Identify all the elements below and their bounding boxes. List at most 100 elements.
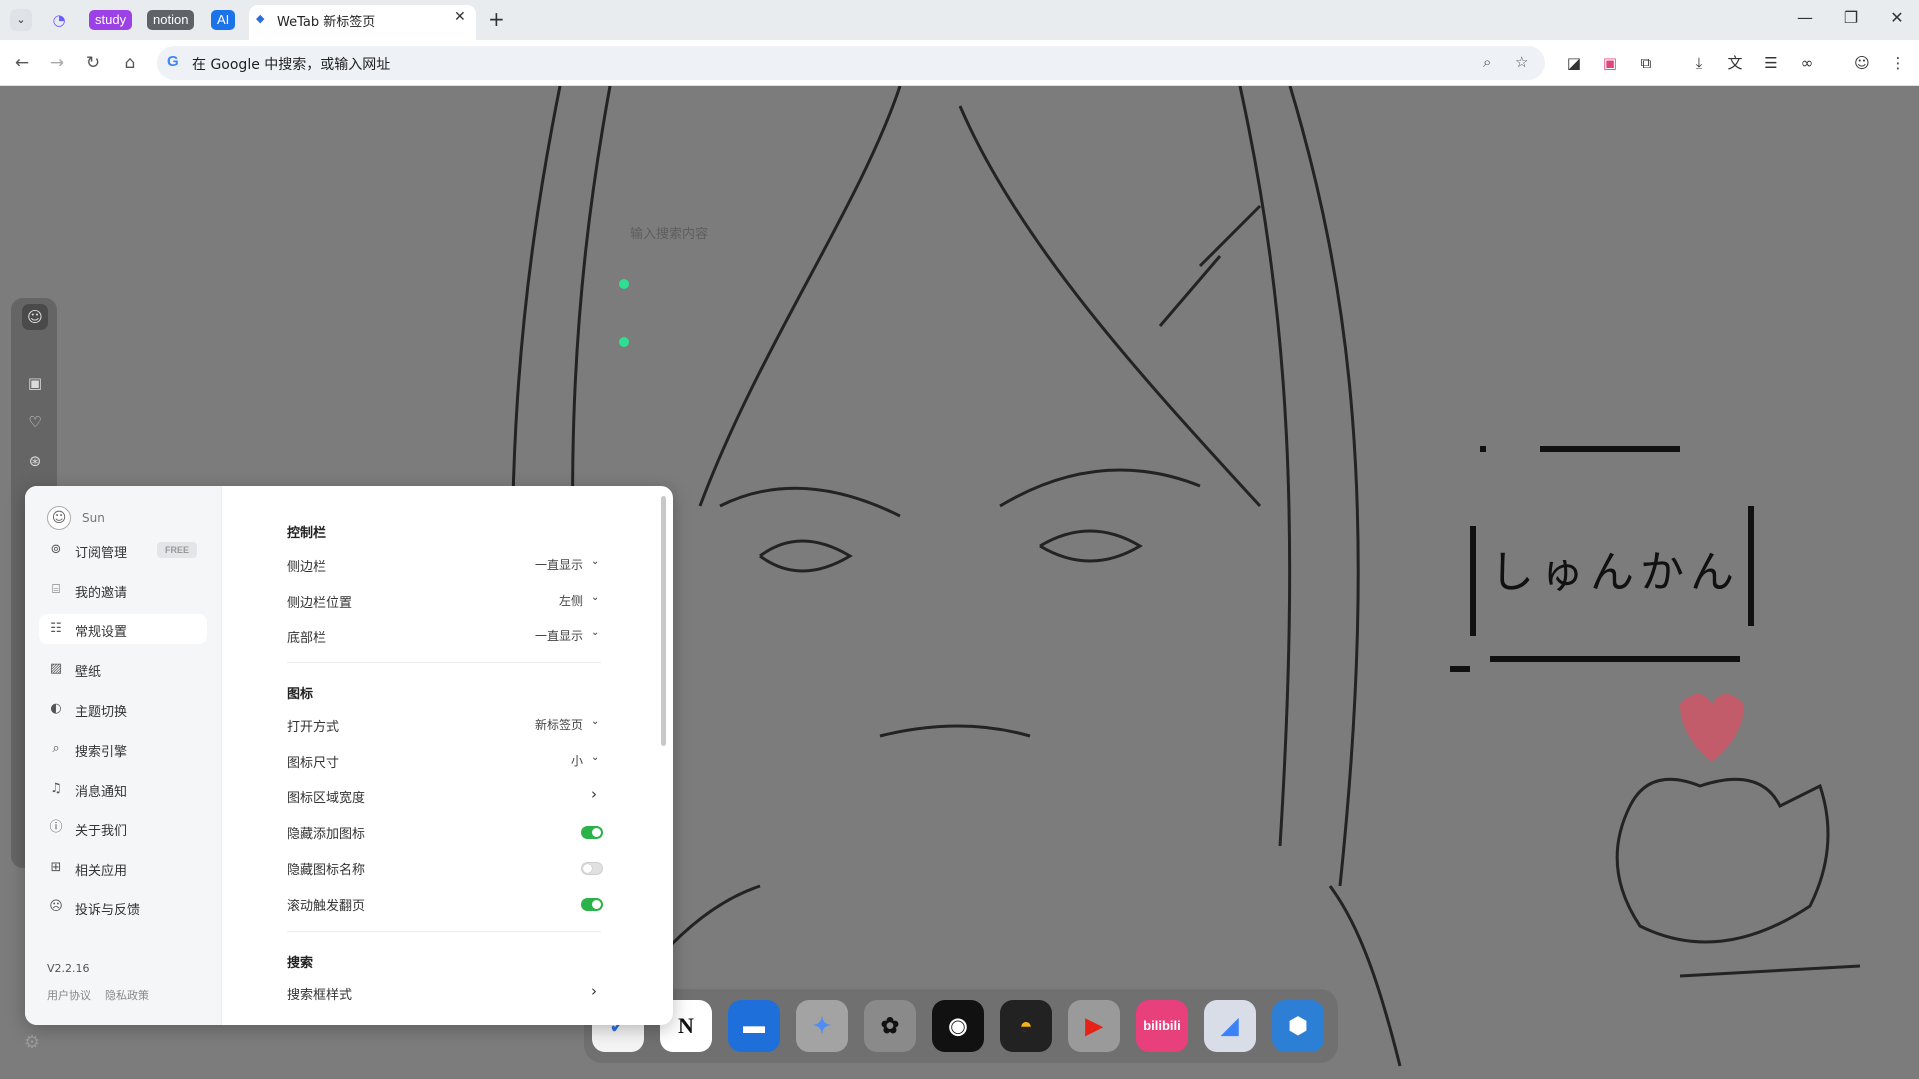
general-settings-panel: 控制栏 侧边栏 一直显示 ⌄ 侧边栏位置 左侧 ⌄ 底部栏 一直显示 ⌄ 图标 … <box>223 486 673 1025</box>
extension-send-icon[interactable]: ◪ <box>1563 52 1585 74</box>
dock-app-app10-icon[interactable]: ◢ <box>1204 1000 1256 1052</box>
tab-search-dropdown-icon[interactable]: ⌄ <box>10 9 32 31</box>
reading-list-icon[interactable]: ☰ <box>1760 52 1782 74</box>
sidebar-tools-icon[interactable]: ▣ <box>22 370 48 396</box>
setting-open-mode-label: 打开方式 <box>287 720 340 735</box>
menu-item-wallpaper[interactable]: ▨ 壁纸 <box>39 654 207 684</box>
dock-app-gemini-icon[interactable]: ✦ <box>796 1000 848 1052</box>
settings-scrollbar[interactable] <box>661 496 666 746</box>
setting-bottombar-label: 底部栏 <box>287 631 327 646</box>
dock-app-notes-icon[interactable]: ▬ <box>728 1000 780 1052</box>
hide-icon-name-toggle[interactable] <box>581 862 603 875</box>
more-menu-icon[interactable]: ⋮ <box>1887 52 1909 74</box>
menu-item-about[interactable]: ⓘ 关于我们 <box>39 813 207 843</box>
version-label: V2.2.16 <box>47 962 90 975</box>
dock-app-chatgpt-icon[interactable]: ✿ <box>864 1000 916 1052</box>
chevron-down-icon[interactable]: ⌄ <box>591 716 599 727</box>
info-icon: ⓘ <box>49 820 63 835</box>
privacy-policy-link[interactable]: 隐私政策 <box>105 987 149 1003</box>
home-icon[interactable]: ⌂ <box>118 51 142 75</box>
image-icon: ▨ <box>49 661 63 676</box>
menu-item-search-engine[interactable]: ⌕ 搜索引擎 <box>39 734 207 764</box>
zoom-icon[interactable]: ⌕ <box>1483 53 1491 71</box>
link-icon[interactable]: ∞ <box>1796 52 1818 74</box>
search-icon: ⌕ <box>52 741 60 756</box>
pinned-tab-icon[interactable]: ◔ <box>49 10 69 30</box>
forward-icon[interactable]: → <box>45 51 69 75</box>
bell-icon: ♫ <box>50 781 62 796</box>
section-title-control: 控制栏 <box>287 526 327 541</box>
tab-group-notion[interactable]: notion <box>147 10 195 30</box>
toggle-knob <box>592 828 601 837</box>
bookmark-star-icon[interactable]: ☆ <box>1515 53 1528 71</box>
user-agreement-link[interactable]: 用户协议 <box>47 987 91 1003</box>
dock-app-youtube-icon[interactable]: ▶ <box>1068 1000 1120 1052</box>
menu-item-feedback[interactable]: ☹ 投诉与反馈 <box>39 892 207 922</box>
close-tab-icon[interactable]: ✕ <box>454 9 466 25</box>
profile-avatar-icon[interactable]: ☺ <box>1851 52 1873 74</box>
section-title-search: 搜索 <box>287 956 314 971</box>
browser-toolbar: ← → ↻ ⌂ G 在 Google 中搜索，或输入网址 ⌕ ☆ ◪ ▣ ⧉ ⤓… <box>0 40 1919 86</box>
tab-strip: ⌄ ◔ study notion AI ◆ WeTab 新标签页 ✕ + — ❐… <box>0 0 1919 40</box>
sidebar-favorites-icon[interactable]: ♡ <box>22 409 48 435</box>
chevron-down-icon[interactable]: ⌄ <box>591 752 599 763</box>
chevron-down-icon[interactable]: ⌄ <box>591 592 599 603</box>
back-icon[interactable]: ← <box>10 51 34 75</box>
new-tab-icon[interactable]: + <box>488 7 505 31</box>
setting-hide-icon-name-label: 隐藏图标名称 <box>287 863 366 878</box>
toggle-knob <box>583 864 592 873</box>
dock-app-app7-icon[interactable]: ◓ <box>1000 1000 1052 1052</box>
sliders-icon: ☷ <box>50 621 62 636</box>
extensions-puzzle-icon[interactable]: ⧉ <box>1635 52 1657 74</box>
minimize-icon[interactable]: — <box>1790 8 1820 27</box>
menu-item-theme[interactable]: ◐ 主题切换 <box>39 694 207 724</box>
translate-icon[interactable]: 文 <box>1724 52 1746 74</box>
reload-icon[interactable]: ↻ <box>81 51 105 75</box>
app-dock: ✓ N ▬ ✦ ✿ ◉ ◓ ▶ bilibili ◢ ⬢ <box>584 989 1338 1063</box>
wetab-favicon-icon: ◆ <box>256 12 265 25</box>
menu-item-invite[interactable]: ⌸ 我的邀请 <box>39 575 207 605</box>
hide-add-icon-toggle[interactable] <box>581 826 603 839</box>
section-divider <box>287 662 601 663</box>
google-icon: G <box>167 53 179 70</box>
chevron-right-icon[interactable]: › <box>591 982 597 1000</box>
setting-icon-size-label: 图标尺寸 <box>287 756 340 771</box>
tab-group-ai[interactable]: AI <box>211 10 236 30</box>
section-title-icons: 图标 <box>287 687 314 702</box>
menu-item-notifications[interactable]: ♫ 消息通知 <box>39 774 207 804</box>
sidebar-apps-icon[interactable]: ⊛ <box>22 448 48 474</box>
setting-search-box-style-label: 搜索框样式 <box>287 988 353 1003</box>
dock-app-bilibili-icon[interactable]: bilibili <box>1136 1000 1188 1052</box>
sidebar-avatar-icon[interactable]: ☺ <box>22 304 48 330</box>
search-placeholder: 输入搜索内容 <box>630 227 709 242</box>
scroll-page-toggle[interactable] <box>581 898 603 911</box>
section-divider <box>287 931 601 932</box>
settings-gear-icon[interactable]: ⚙ <box>24 1032 40 1053</box>
menu-item-general-settings[interactable]: ☷ 常规设置 <box>39 614 207 644</box>
close-window-icon[interactable]: ✕ <box>1882 8 1912 27</box>
download-icon[interactable]: ⤓ <box>1688 52 1710 74</box>
tab-title: WeTab 新标签页 <box>277 15 376 30</box>
setting-sidebar-select[interactable]: 一直显示 <box>463 556 583 573</box>
setting-scroll-page-label: 滚动触发翻页 <box>287 899 366 914</box>
grid-icon: ⊞ <box>50 860 62 875</box>
feedback-icon: ☹ <box>49 899 63 914</box>
chevron-down-icon[interactable]: ⌄ <box>591 556 599 567</box>
setting-sidebar-label: 侧边栏 <box>287 560 327 575</box>
tab-group-study[interactable]: study <box>89 10 133 30</box>
setting-bottombar-select[interactable]: 一直显示 <box>463 627 583 644</box>
setting-sidebar-position-select[interactable]: 左侧 <box>463 592 583 609</box>
user-avatar[interactable]: ☺ <box>47 506 71 530</box>
subscription-icon: ⊚ <box>50 542 62 557</box>
restore-icon[interactable]: ❐ <box>1836 8 1866 27</box>
chevron-down-icon[interactable]: ⌄ <box>591 627 599 638</box>
chevron-right-icon[interactable]: › <box>591 785 597 803</box>
menu-item-related-apps[interactable]: ⊞ 相关应用 <box>39 853 207 883</box>
extension-translate-icon[interactable]: ▣ <box>1599 52 1621 74</box>
menu-item-subscription[interactable]: ⊚ 订阅管理 FREE <box>39 535 207 565</box>
dock-app-app11-icon[interactable]: ⬢ <box>1272 1000 1324 1052</box>
omnibox[interactable]: G 在 Google 中搜索，或输入网址 ⌕ ☆ <box>157 46 1545 80</box>
setting-open-mode-select[interactable]: 新标签页 <box>463 716 583 733</box>
setting-icon-size-select[interactable]: 小 <box>463 752 583 769</box>
dock-app-github-icon[interactable]: ◉ <box>932 1000 984 1052</box>
